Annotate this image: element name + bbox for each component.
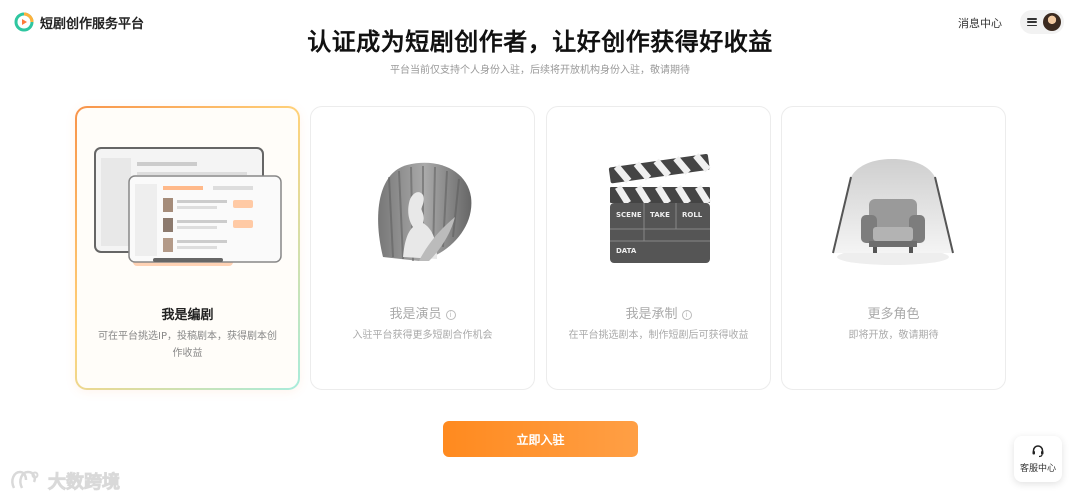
role-card-more[interactable]: 更多角色 即将开放，敬请期待 [781,106,1006,390]
clapboard-roll-label: ROLL [682,211,703,219]
page: 短剧创作服务平台 消息中心 认证成为短剧创作者，让好创作获得好收益 平台当前仅支… [0,0,1080,502]
clapboard-data-label: DATA [616,247,637,255]
info-icon[interactable]: i [445,310,456,320]
role-card-description: 入驻平台获得更多短剧合作机会 [352,330,493,341]
page-title: 认证成为短剧创作者，让好创作获得好收益 [307,28,773,56]
role-card-description: 可在平台挑选IP，投稿剧本，获得剧本创作收益 [98,331,277,359]
screenwriter-illustration [77,138,298,288]
join-now-button[interactable]: 立即入驻 [443,421,638,457]
info-icon[interactable]: i [681,310,692,320]
role-card-description: 即将开放，敬请期待 [848,330,939,341]
role-card-actor[interactable]: 我是演员 i 入驻平台获得更多短剧合作机会 [310,106,535,390]
role-card-screenwriter[interactable]: 我是编剧 可在平台挑选IP，投稿剧本，获得剧本创作收益 [75,106,300,390]
role-card-title: 更多角色 [867,307,920,322]
actor-illustration [311,137,534,287]
role-card-title: 我是编剧 [161,308,214,323]
watermark-logo: 大数跨境 [11,471,120,493]
headset-icon [1032,445,1044,458]
armchair-illustration [782,137,1005,287]
role-card-description: 在平台挑选剧本，制作短剧后可获得收益 [568,330,749,341]
clapperboard-illustration: SCENE TAKE ROLL DATA [547,137,770,287]
role-card-producer[interactable]: SCENE TAKE ROLL DATA 我是承制 i 在平台挑选剧本，制作短剧后… [546,106,771,390]
clapboard-take-label: TAKE [650,211,670,219]
customer-service-label: 客服中心 [1019,464,1056,474]
page-subtitle: 平台当前仅支持个人身份入驻，后续将开放机构身份入驻，敬请期待 [390,65,690,76]
role-card-title: 我是演员 i [311,303,534,322]
role-card-title: 我是承制 i [547,303,770,322]
clapboard-scene-label: SCENE [616,211,642,219]
svg-text:大数跨境: 大数跨境 [48,471,120,493]
customer-service-button[interactable]: 客服中心 [1014,436,1062,482]
